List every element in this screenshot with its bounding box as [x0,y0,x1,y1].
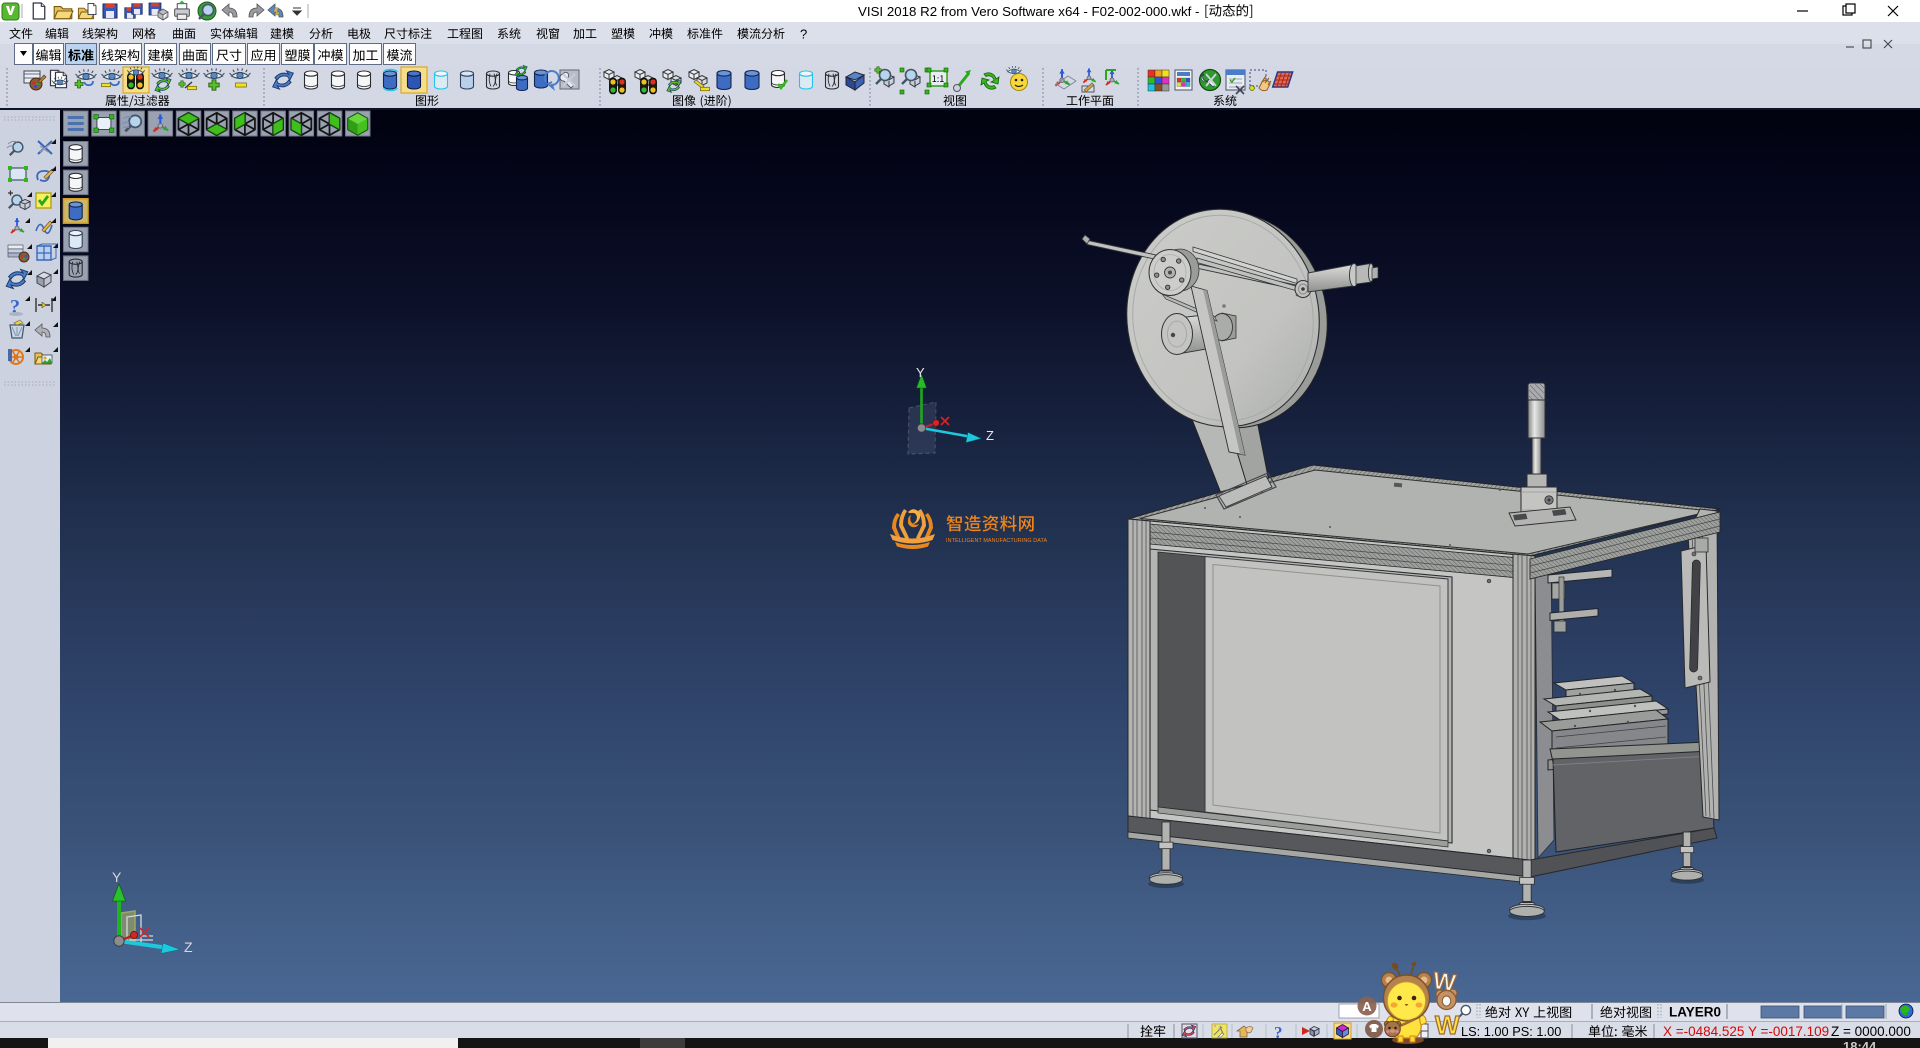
svg-text:?: ? [800,27,807,42]
svg-text:INTELLIGENT MANUFACTURING DATA: INTELLIGENT MANUFACTURING DATA [946,538,1048,544]
svg-text:W: W [1435,1010,1460,1040]
svg-text:?: ? [1274,1023,1283,1042]
svg-text:18:44: 18:44 [1843,1039,1877,1048]
svg-text:LAYER0: LAYER0 [1669,1005,1721,1020]
svg-text:X =-0484.525 Y =-0017.109: X =-0484.525 Y =-0017.109 [1663,1024,1829,1039]
svg-text:A: A [1362,999,1372,1014]
svg-text:Z = 0000.000: Z = 0000.000 [1831,1024,1911,1039]
svg-text:LS: 1.00 PS: 1.00: LS: 1.00 PS: 1.00 [1461,1024,1561,1039]
